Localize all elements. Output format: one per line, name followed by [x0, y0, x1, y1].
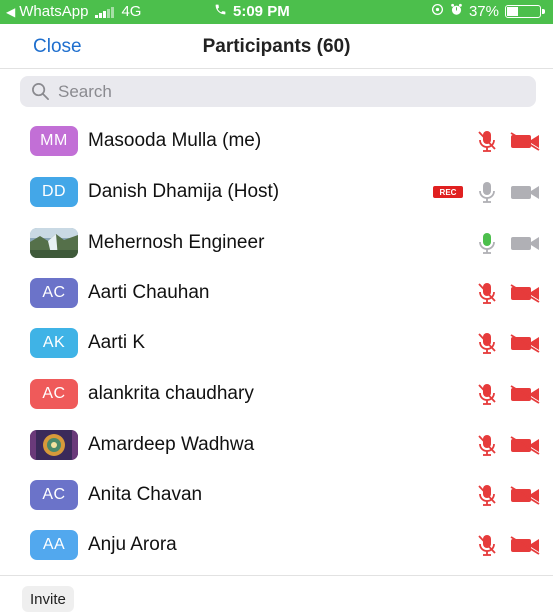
- participant-row[interactable]: AC Aarti Chauhan: [0, 268, 553, 318]
- video-camera-icon: [509, 233, 541, 253]
- avatar: MM: [30, 126, 78, 156]
- network-label: 4G: [121, 3, 142, 20]
- participant-name: Aarti Chauhan: [88, 282, 210, 303]
- participant-row[interactable]: AA Anju Arora: [0, 520, 553, 570]
- status-left: ◀ WhatsApp 4G: [6, 3, 141, 20]
- invite-button[interactable]: Invite: [22, 586, 74, 612]
- avatar: [30, 228, 78, 258]
- mic-muted-icon: [476, 381, 498, 407]
- video-off-icon: [509, 435, 541, 455]
- participant-row[interactable]: Amardeep Wadhwa: [0, 420, 553, 470]
- mic-muted-icon: [476, 482, 498, 508]
- signal-icon: [95, 6, 115, 18]
- avatar: AC: [30, 480, 78, 510]
- video-off-icon: [509, 485, 541, 505]
- mic-muted-icon: [476, 330, 498, 356]
- status-right: 37%: [431, 3, 545, 20]
- participant-row[interactable]: DD Danish Dhamija (Host) REC: [0, 167, 553, 217]
- avatar: AA: [30, 530, 78, 560]
- participant-row[interactable]: AC Anita Chavan: [0, 470, 553, 520]
- participant-name: Anita Chavan: [88, 484, 203, 505]
- back-app-label[interactable]: WhatsApp: [19, 3, 88, 20]
- participant-row[interactable]: Mehernosh Engineer: [0, 218, 553, 268]
- participant-row[interactable]: AK Aarti K: [0, 318, 553, 368]
- page-title: Participants (60): [202, 36, 351, 57]
- avatar: AC: [30, 379, 78, 409]
- microphone-icon: [476, 179, 498, 205]
- video-off-icon: [509, 131, 541, 151]
- participant-name: Amardeep Wadhwa: [88, 434, 255, 455]
- alarm-icon: [450, 3, 463, 20]
- mic-muted-icon: [476, 532, 498, 558]
- back-arrow-icon[interactable]: ◀: [6, 5, 15, 19]
- mic-muted-icon: [476, 432, 498, 458]
- participant-name: Mehernosh Engineer: [88, 232, 265, 253]
- video-off-icon: [509, 283, 541, 303]
- video-off-icon: [509, 333, 541, 353]
- avatar: [30, 430, 78, 460]
- search-icon: [31, 82, 50, 101]
- participant-row[interactable]: AC alankrita chaudhary: [0, 369, 553, 419]
- video-camera-icon: [509, 182, 541, 202]
- video-off-icon: [509, 535, 541, 555]
- battery-fill: [507, 7, 518, 16]
- participant-name: Masooda Mulla (me): [88, 130, 262, 151]
- avatar: DD: [30, 177, 78, 207]
- recording-badge: REC: [433, 186, 463, 198]
- header: Close Participants (60): [0, 24, 553, 69]
- battery-percent: 37%: [468, 3, 499, 20]
- status-bar: ◀ WhatsApp 4G 5:09 PM 37%: [0, 0, 553, 24]
- mic-muted-icon: [476, 128, 498, 154]
- participant-name: Aarti K: [88, 332, 146, 353]
- avatar: AK: [30, 328, 78, 358]
- participant-name: alankrita chaudhary: [88, 383, 254, 404]
- participant-name: Danish Dhamija (Host): [88, 181, 280, 202]
- microphone-icon: [476, 230, 498, 256]
- participant-row[interactable]: MM Masooda Mulla (me): [0, 116, 553, 166]
- search-input[interactable]: [56, 80, 500, 103]
- phone-icon: [214, 3, 227, 20]
- clock-time: 5:09 PM: [233, 3, 290, 20]
- battery-icon: [505, 5, 545, 18]
- search-bar[interactable]: [20, 76, 536, 107]
- mic-muted-icon: [476, 280, 498, 306]
- participant-name: Anju Arora: [88, 534, 177, 555]
- status-center: 5:09 PM: [214, 3, 290, 20]
- video-off-icon: [509, 384, 541, 404]
- footer: Invite: [0, 575, 553, 612]
- avatar: AC: [30, 278, 78, 308]
- location-icon: [431, 3, 444, 20]
